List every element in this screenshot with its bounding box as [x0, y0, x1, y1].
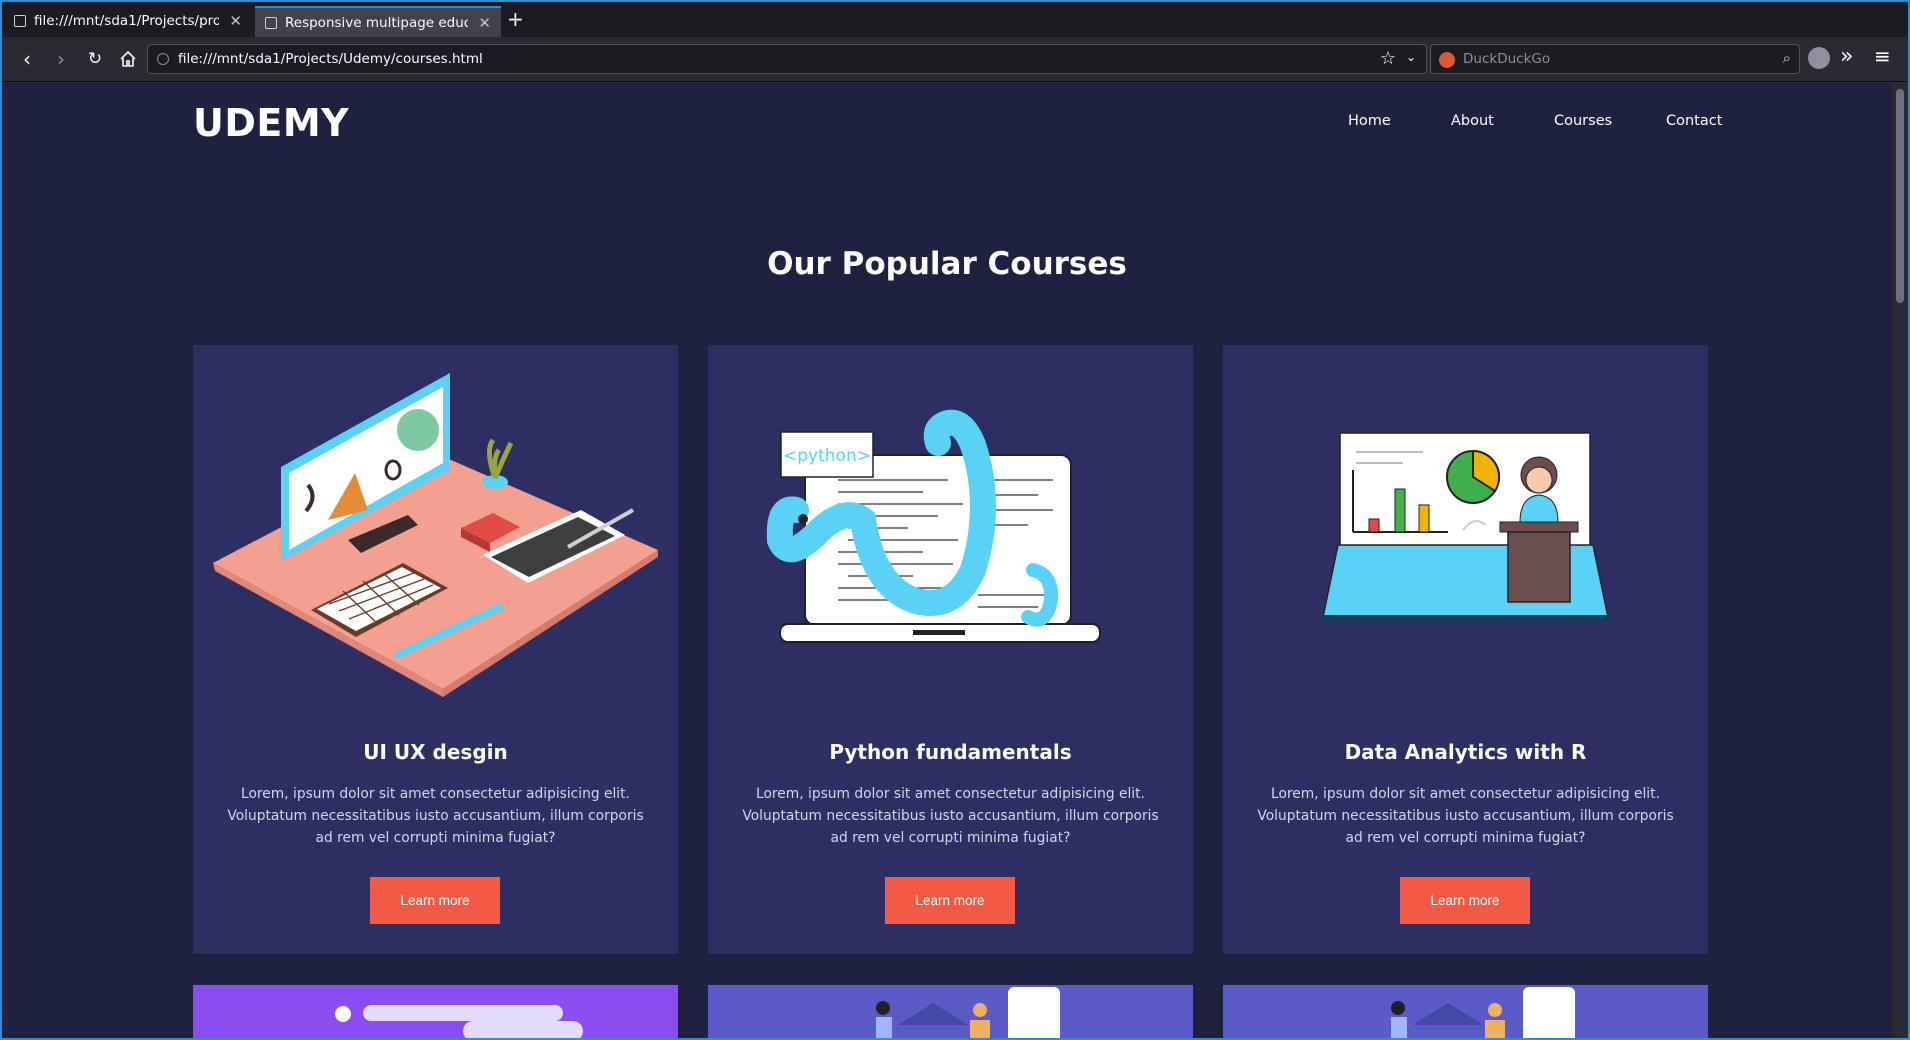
reload-icon[interactable]: ↻: [82, 46, 108, 72]
learn-more-button[interactable]: Learn more: [370, 877, 500, 924]
nav-link-courses[interactable]: Courses: [1554, 113, 1612, 129]
browser-window: file:///mnt/sda1/Projects/proj/... ✕ Res…: [0, 0, 1910, 1040]
course-card-row2-1: [193, 985, 678, 1038]
python-tag-label: <python>: [783, 446, 871, 466]
course-card-data-analytics: Data Analytics with R Lorem, ipsum dolor…: [1223, 345, 1708, 954]
course-title: Data Analytics with R: [1344, 740, 1587, 764]
course-card-uiux: UI UX desgin Lorem, ipsum dolor sit amet…: [193, 345, 678, 954]
learn-more-button[interactable]: Learn more: [1400, 877, 1530, 924]
tab-title: Responsive multipage educati...: [285, 14, 468, 31]
course-card-row2-3: [1223, 985, 1708, 1038]
back-arrow-icon[interactable]: ‹: [14, 46, 40, 72]
course-illustration-partial: [1391, 987, 1575, 1038]
course-card-python: <python> Python fundamentals Lorem, ipsu…: [708, 345, 1193, 954]
course-illustration-partial: [876, 987, 1060, 1038]
forward-arrow-icon[interactable]: ›: [48, 46, 74, 72]
address-bar[interactable]: file:///mnt/sda1/Projects/Udemy/courses.…: [147, 44, 1427, 74]
search-icon[interactable]: ⌕: [1783, 49, 1791, 67]
url-dropdown-icon[interactable]: ⌄: [1406, 50, 1416, 64]
course-description: Lorem, ipsum dolor sit amet consectetur …: [742, 786, 1159, 846]
site-logo[interactable]: UDEMY: [193, 101, 349, 145]
course-card-row2-2: [708, 985, 1193, 1038]
course-description: Lorem, ipsum dolor sit amet consectetur …: [1257, 786, 1674, 846]
duckduckgo-icon: [1439, 52, 1455, 68]
web-page: UDEMY Home About Courses Contact Our Pop…: [2, 83, 1892, 1038]
nav-link-contact[interactable]: Contact: [1666, 113, 1722, 129]
python-illustration: <python>: [766, 409, 1101, 643]
course-description: Lorem, ipsum dolor sit amet consectetur …: [227, 786, 644, 846]
vertical-scrollbar[interactable]: [1892, 83, 1908, 1038]
nav-link-home[interactable]: Home: [1348, 113, 1391, 129]
home-icon[interactable]: [115, 46, 141, 72]
hamburger-menu-icon[interactable]: ≡: [1874, 44, 1891, 68]
bookmark-star-icon[interactable]: ☆: [1380, 48, 1396, 69]
extension-icon[interactable]: [1808, 47, 1830, 69]
page-title: Our Popular Courses: [767, 246, 1127, 282]
scrollbar-thumb[interactable]: [1896, 89, 1904, 303]
tab-courses-active[interactable]: Responsive multipage educati... ✕: [255, 6, 501, 37]
overflow-chevron-icon[interactable]: »: [1840, 44, 1853, 69]
page-icon: [14, 14, 26, 27]
tab-file-project[interactable]: file:///mnt/sda1/Projects/proj/... ✕: [4, 4, 252, 37]
close-tab-icon[interactable]: ✕: [229, 12, 242, 30]
nav-link-about[interactable]: About: [1451, 113, 1494, 129]
navigation-toolbar: ‹ › ↻ file:///mnt/sda1/Projects/Udemy/co…: [2, 37, 1908, 82]
close-tab-icon[interactable]: ✕: [478, 14, 491, 32]
tab-strip: file:///mnt/sda1/Projects/proj/... ✕ Res…: [2, 2, 1908, 37]
site-info-icon[interactable]: [157, 53, 169, 65]
course-title: UI UX desgin: [363, 740, 508, 764]
course-title: Python fundamentals: [829, 740, 1072, 764]
page-icon: [265, 16, 277, 29]
url-text[interactable]: file:///mnt/sda1/Projects/Udemy/courses.…: [178, 51, 483, 67]
learn-more-button[interactable]: Learn more: [885, 877, 1015, 924]
tab-title: file:///mnt/sda1/Projects/proj/...: [34, 12, 220, 29]
search-placeholder[interactable]: DuckDuckGo: [1463, 51, 1550, 67]
uiux-illustration: [213, 373, 658, 697]
search-bar[interactable]: DuckDuckGo ⌕: [1430, 44, 1800, 74]
course-illustration-partial: [335, 1005, 583, 1038]
data-analytics-illustration: [1321, 432, 1610, 623]
new-tab-icon[interactable]: +: [507, 8, 524, 30]
